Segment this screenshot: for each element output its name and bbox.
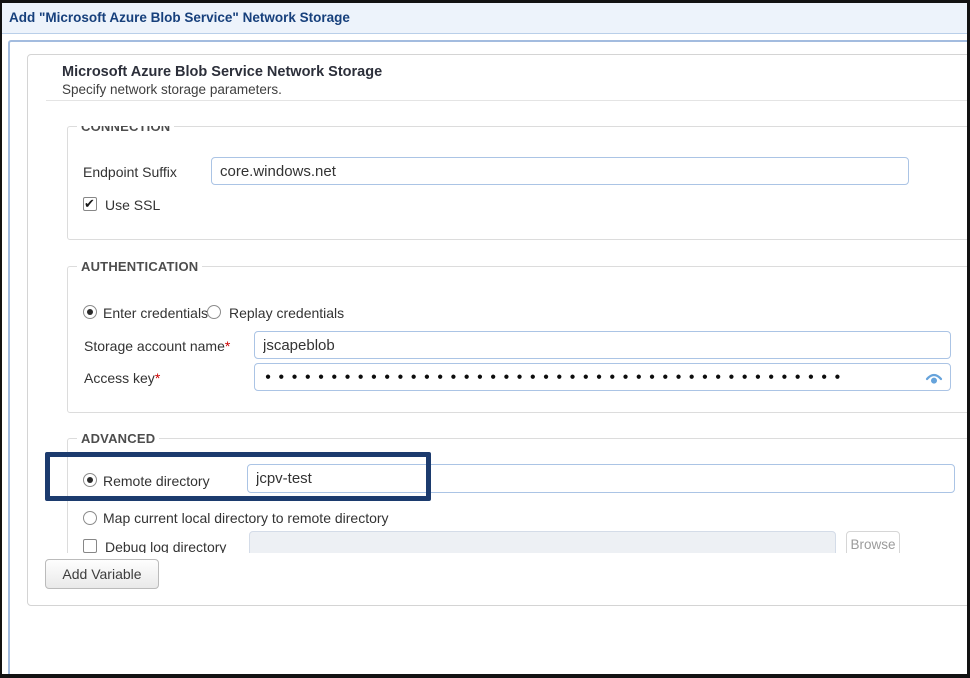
annotation-highlight-box <box>45 452 431 501</box>
required-asterisk: * <box>155 370 160 386</box>
endpoint-suffix-input[interactable] <box>211 157 909 185</box>
dialog-window: Add "Microsoft Azure Blob Service" Netwo… <box>0 0 970 678</box>
add-variable-button[interactable]: Add Variable <box>45 559 159 589</box>
debug-log-directory-checkbox[interactable] <box>83 539 97 553</box>
endpoint-suffix-label: Endpoint Suffix <box>83 164 177 180</box>
title-bar: Add "Microsoft Azure Blob Service" Netwo… <box>2 3 967 34</box>
legend-connection: CONNECTION <box>77 126 174 136</box>
browse-button[interactable]: Browse <box>846 531 900 553</box>
map-local-directory-radio[interactable] <box>83 511 97 525</box>
access-key-masked-value: ●●●●●●●●●●●●●●●●●●●●●●●●●●●●●●●●●●●●●●●●… <box>265 372 848 383</box>
legend-advanced: ADVANCED <box>77 431 159 446</box>
dialog-title: Add "Microsoft Azure Blob Service" Netwo… <box>9 10 350 25</box>
reveal-password-eye-icon[interactable] <box>925 372 943 390</box>
use-ssl-label: Use SSL <box>105 197 160 213</box>
map-local-directory-label: Map current local directory to remote di… <box>103 510 389 526</box>
content-panel: Microsoft Azure Blob Service Network Sto… <box>8 40 970 678</box>
replay-credentials-label: Replay credentials <box>229 305 344 321</box>
enter-credentials-radio[interactable] <box>83 305 97 319</box>
fieldset-authentication: AUTHENTICATION Enter credentials Replay … <box>67 266 970 413</box>
replay-credentials-radio[interactable] <box>207 305 221 319</box>
debug-log-directory-label: Debug log directory <box>105 539 226 553</box>
access-key-label: Access key* <box>84 370 160 386</box>
enter-credentials-label: Enter credentials <box>103 305 208 321</box>
debug-log-directory-input <box>249 531 836 553</box>
storage-account-name-input[interactable] <box>254 331 951 359</box>
form-heading: Microsoft Azure Blob Service Network Sto… <box>62 64 382 80</box>
form-panel: Microsoft Azure Blob Service Network Sto… <box>27 54 970 606</box>
storage-account-name-label: Storage account name* <box>84 338 230 354</box>
form-subheading: Specify network storage parameters. <box>62 82 282 97</box>
fieldset-connection: CONNECTION Endpoint Suffix Use SSL <box>67 126 970 240</box>
use-ssl-checkbox[interactable] <box>83 197 97 211</box>
form-scroll-region[interactable]: CONNECTION Endpoint Suffix Use SSL AUTHE… <box>28 101 970 553</box>
legend-authentication: AUTHENTICATION <box>77 259 202 274</box>
access-key-input[interactable]: ●●●●●●●●●●●●●●●●●●●●●●●●●●●●●●●●●●●●●●●●… <box>254 363 951 391</box>
required-asterisk: * <box>225 338 230 354</box>
